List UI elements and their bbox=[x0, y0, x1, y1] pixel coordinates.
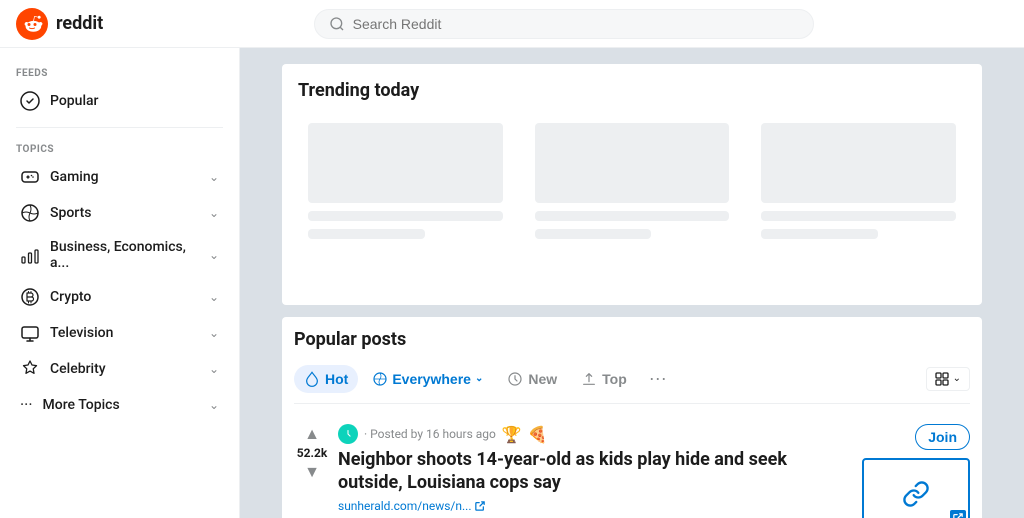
business-label: Business, Economics, a... bbox=[50, 239, 199, 271]
popular-posts-title: Popular posts bbox=[294, 329, 970, 350]
filter-top-button[interactable]: Top bbox=[571, 365, 637, 393]
vote-count: 52.2k bbox=[297, 446, 328, 460]
post-subreddit-icon bbox=[338, 424, 358, 444]
sports-icon bbox=[20, 203, 40, 223]
post-vote-column: ▲ 52.2k ▼ bbox=[294, 424, 330, 482]
trending-card-3-line2 bbox=[761, 229, 878, 239]
reddit-logo-icon bbox=[16, 8, 48, 40]
trending-card-3-img bbox=[761, 123, 956, 203]
post-external-link[interactable]: sunherald.com/news/n... bbox=[338, 499, 854, 513]
trending-card-1-line2 bbox=[308, 229, 425, 239]
gaming-label: Gaming bbox=[50, 169, 199, 185]
everywhere-icon bbox=[372, 371, 388, 387]
crypto-label: Crypto bbox=[50, 289, 199, 305]
trending-card-2-line2 bbox=[535, 229, 652, 239]
business-chevron: ⌄ bbox=[209, 248, 219, 262]
trending-card-3-line1 bbox=[761, 211, 956, 221]
reddit-wordmark: reddit bbox=[56, 13, 103, 34]
topics-section-label: TOPICS bbox=[0, 136, 239, 159]
external-link-icon bbox=[475, 501, 485, 511]
filter-more-button[interactable]: ··· bbox=[641, 362, 675, 395]
reddit-logo-link[interactable]: reddit bbox=[16, 8, 103, 40]
television-chevron: ⌄ bbox=[209, 326, 219, 340]
post-thumbnail[interactable] bbox=[862, 458, 970, 518]
sidebar-item-crypto[interactable]: Crypto ⌄ bbox=[4, 279, 235, 315]
search-bar bbox=[314, 9, 814, 39]
new-icon bbox=[507, 371, 523, 387]
thumbnail-badge bbox=[950, 510, 966, 518]
trending-card-3[interactable] bbox=[751, 113, 966, 273]
join-button[interactable]: Join bbox=[915, 424, 970, 450]
hot-icon bbox=[304, 371, 320, 387]
post-title[interactable]: Neighbor shoots 14-year-old as kids play… bbox=[338, 448, 854, 495]
trending-section: Trending today bbox=[282, 64, 982, 305]
sidebar-item-celebrity[interactable]: Celebrity ⌄ bbox=[4, 351, 235, 387]
search-input[interactable] bbox=[353, 16, 799, 32]
sidebar-item-business[interactable]: Business, Economics, a... ⌄ bbox=[4, 231, 235, 279]
filter-everywhere-button[interactable]: Everywhere ⌄ bbox=[362, 365, 493, 393]
app-header: reddit bbox=[0, 0, 1024, 48]
trending-card-1[interactable] bbox=[298, 113, 513, 273]
layout-icon bbox=[935, 372, 949, 386]
trending-grid bbox=[298, 113, 966, 273]
trending-card-1-img bbox=[308, 123, 503, 203]
celebrity-label: Celebrity bbox=[50, 361, 199, 377]
gaming-chevron: ⌄ bbox=[209, 170, 219, 184]
trending-card-1-line1 bbox=[308, 211, 503, 221]
trending-card-2-img bbox=[535, 123, 730, 203]
everywhere-chevron: ⌄ bbox=[475, 373, 483, 384]
post-meta-text: · Posted by 16 hours ago bbox=[364, 427, 496, 441]
downvote-button[interactable]: ▼ bbox=[304, 462, 320, 482]
search-icon bbox=[329, 16, 345, 32]
crypto-icon bbox=[20, 287, 40, 307]
television-icon bbox=[20, 323, 40, 343]
sidebar-item-gaming[interactable]: Gaming ⌄ bbox=[4, 159, 235, 195]
trending-title: Trending today bbox=[298, 80, 966, 101]
sidebar-item-television[interactable]: Television ⌄ bbox=[4, 315, 235, 351]
more-topics-label: More Topics bbox=[43, 397, 199, 413]
main-layout: FEEDS Popular TOPICS Gaming ⌄ bbox=[0, 48, 1024, 518]
filter-bar: Hot Everywhere ⌄ bbox=[294, 362, 970, 404]
more-topics-icon: ··· bbox=[20, 395, 33, 414]
post-emoji-1: 🏆 bbox=[502, 425, 522, 444]
sports-label: Sports bbox=[50, 205, 199, 221]
sidebar-item-popular[interactable]: Popular bbox=[4, 83, 235, 119]
post-emoji-2: 🍕 bbox=[528, 425, 548, 444]
post-item: ▲ 52.2k ▼ · Posted by 16 hours ago 🏆 🍕 bbox=[294, 416, 970, 518]
upvote-button[interactable]: ▲ bbox=[304, 424, 320, 444]
sidebar-item-sports[interactable]: Sports ⌄ bbox=[4, 195, 235, 231]
post-meta: · Posted by 16 hours ago 🏆 🍕 bbox=[338, 424, 854, 444]
layout-toggle-button[interactable]: ⌄ bbox=[926, 367, 970, 391]
link-icon bbox=[902, 480, 930, 508]
feeds-section-label: FEEDS bbox=[0, 60, 239, 83]
popular-posts-section: Popular posts Hot Everywher bbox=[282, 317, 982, 518]
trending-card-2-line1 bbox=[535, 211, 730, 221]
top-icon bbox=[581, 371, 597, 387]
celebrity-chevron: ⌄ bbox=[209, 362, 219, 376]
post-body: · Posted by 16 hours ago 🏆 🍕 Neighbor sh… bbox=[338, 424, 854, 513]
business-icon bbox=[20, 245, 40, 265]
sidebar: FEEDS Popular TOPICS Gaming ⌄ bbox=[0, 48, 240, 518]
post-right-column: Join bbox=[862, 424, 970, 518]
television-label: Television bbox=[50, 325, 199, 341]
filter-hot-button[interactable]: Hot bbox=[294, 365, 358, 393]
main-content: Trending today bbox=[240, 48, 1024, 518]
trending-card-2[interactable] bbox=[525, 113, 740, 273]
filter-new-button[interactable]: New bbox=[497, 365, 567, 393]
popular-icon bbox=[20, 91, 40, 111]
sidebar-divider-1 bbox=[16, 127, 223, 128]
popular-label: Popular bbox=[50, 93, 219, 109]
celebrity-icon bbox=[20, 359, 40, 379]
layout-chevron: ⌄ bbox=[953, 373, 961, 384]
crypto-chevron: ⌄ bbox=[209, 290, 219, 304]
content-wrapper: Trending today bbox=[282, 64, 982, 518]
gaming-icon bbox=[20, 167, 40, 187]
sidebar-item-more-topics[interactable]: ··· More Topics ⌄ bbox=[4, 387, 235, 422]
more-topics-chevron: ⌄ bbox=[209, 398, 219, 412]
sports-chevron: ⌄ bbox=[209, 206, 219, 220]
